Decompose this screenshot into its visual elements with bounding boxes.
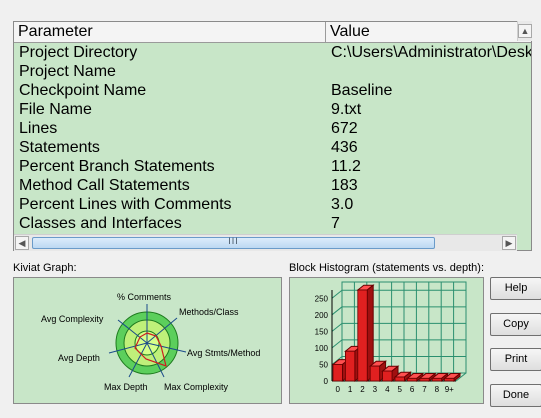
cell-parameter: Lines: [19, 120, 58, 137]
y-tick-label: 200: [315, 311, 329, 320]
y-tick-label: 50: [319, 360, 328, 369]
cell-parameter: File Name: [19, 101, 92, 118]
x-tick-label: 8: [435, 385, 440, 394]
grid-line: [331, 322, 343, 332]
kiviat-label: Methods/Class: [179, 307, 239, 317]
histogram-bar: [357, 289, 368, 382]
histogram-svg: 0501001502002500 1 2 3 4 5 6 7 8 9+: [315, 281, 467, 394]
kiviat-label: Max Complexity: [164, 382, 229, 392]
kiviat-graph: % Comments Methods/Class Avg Stmts/Metho…: [13, 277, 282, 404]
x-tick-label: 6: [410, 385, 415, 394]
x-tick-label: 2: [360, 385, 365, 394]
histogram-bar: [345, 350, 356, 382]
table-row[interactable]: Project Name: [14, 62, 531, 81]
cell-parameter: Checkpoint Name: [19, 82, 147, 99]
column-header-value[interactable]: Value: [326, 22, 531, 42]
y-tick-label: 0: [324, 377, 329, 386]
table-row[interactable]: Percent Lines with Comments 3.0: [14, 195, 531, 214]
block-histogram: 0 50 100 150 200 250 0 1 2 3 4 5 6 7 8 9+: [289, 277, 484, 404]
cell-value: 672: [331, 120, 358, 137]
table-row[interactable]: Statements 436: [14, 138, 531, 157]
kiviat-label: Max Depth: [104, 382, 148, 392]
metrics-table: Parameter Value Project Directory C:\User…: [13, 21, 532, 251]
x-tick-label: 5: [397, 385, 402, 394]
kiviat-caption: Kiviat Graph:: [13, 262, 77, 274]
kiviat-label: Avg Stmts/Method: [187, 348, 261, 358]
arrow-right-icon[interactable]: ▶: [502, 236, 516, 250]
arrow-left-icon[interactable]: ◀: [15, 236, 29, 250]
table-body: Project Directory C:\Users\Administrator\…: [14, 43, 531, 233]
histogram-bar: [431, 377, 442, 382]
table-row[interactable]: File Name 9.txt: [14, 100, 531, 119]
histogram-bar: [419, 377, 430, 382]
print-button[interactable]: Print: [490, 348, 541, 371]
grid-line: [331, 289, 343, 299]
cell-value: 11.2: [331, 158, 361, 175]
cell-value: 9.txt: [331, 101, 362, 118]
column-header-parameter[interactable]: Parameter: [14, 22, 325, 42]
cell-parameter: Method Call Statements: [19, 177, 190, 194]
cell-parameter: Project Directory: [19, 44, 138, 61]
done-button[interactable]: Done: [490, 384, 541, 407]
cell-value: C:\Users\Administrator\Desk: [331, 44, 532, 61]
x-tick-label: 3: [373, 385, 378, 394]
copy-button[interactable]: Copy: [490, 313, 541, 336]
kiviat-label: Avg Complexity: [41, 314, 104, 324]
x-tick-label: 1: [348, 385, 353, 394]
x-tick-label: 9+: [445, 385, 454, 394]
horizontal-scrollbar[interactable]: ◀ III ▶: [14, 234, 517, 251]
histogram-bar: [332, 364, 343, 382]
x-tick-label: 4: [385, 385, 390, 394]
table-row[interactable]: Lines 672: [14, 119, 531, 138]
cell-parameter: Project Name: [19, 63, 116, 80]
table-row[interactable]: Method Call Statements 183: [14, 176, 531, 195]
histogram-caption: Block Histogram (statements vs. depth):: [289, 262, 485, 274]
histogram-bar: [382, 370, 393, 382]
histogram-bar: [394, 376, 405, 382]
cell-parameter: Percent Lines with Comments: [19, 196, 232, 213]
histogram-bar: [444, 377, 455, 382]
histogram-bar: [407, 377, 418, 382]
x-tick-label: 0: [335, 385, 340, 394]
y-tick-label: 100: [315, 344, 329, 353]
grid-line: [331, 306, 343, 316]
cell-parameter: Classes and Interfaces: [19, 215, 182, 232]
cell-value: 3.0: [331, 196, 354, 213]
x-tick-label: 7: [422, 385, 427, 394]
cell-parameter: Statements: [19, 139, 100, 156]
cell-value: 7: [331, 215, 340, 232]
table-row[interactable]: Checkpoint Name Baseline: [14, 81, 531, 100]
histogram-bar: [369, 365, 380, 382]
kiviat-label: % Comments: [117, 292, 172, 302]
help-button[interactable]: Help: [490, 277, 541, 300]
vertical-scrollbar[interactable]: ▲: [517, 21, 532, 41]
y-tick-label: 150: [315, 327, 329, 336]
cell-parameter: Percent Branch Statements: [19, 158, 215, 175]
kiviat-label: Avg Depth: [58, 353, 100, 363]
cell-value: Baseline: [331, 82, 393, 99]
arrow-up-icon[interactable]: ▲: [518, 24, 532, 38]
cell-value: 436: [331, 139, 358, 156]
scrollbar-thumb[interactable]: III: [32, 236, 435, 249]
cell-value: 183: [331, 177, 358, 194]
grid-line: [331, 339, 343, 349]
table-header: Parameter Value: [14, 22, 531, 43]
table-row[interactable]: Classes and Interfaces 7: [14, 214, 531, 233]
y-tick-label: 250: [315, 294, 329, 303]
table-row[interactable]: Percent Branch Statements 11.2: [14, 157, 531, 176]
table-row[interactable]: Project Directory C:\Users\Administrator\…: [14, 43, 531, 62]
